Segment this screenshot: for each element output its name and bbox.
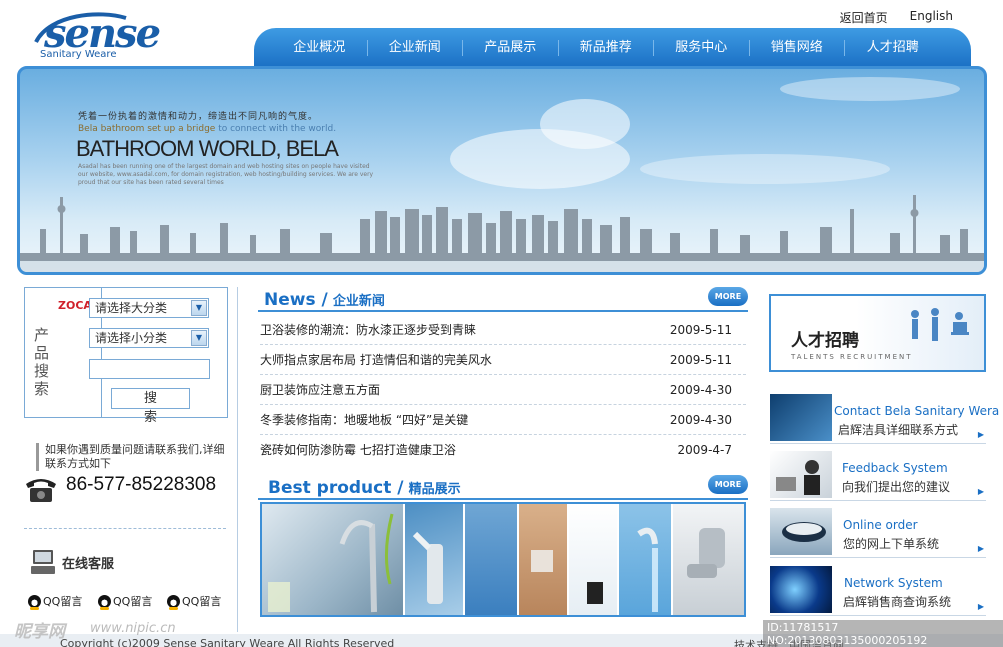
qq-icon xyxy=(167,594,180,610)
banner-slogan: 凭着一份执着的激情和动力，缔造出不同凡响的气度。 xyxy=(78,112,319,122)
telephone-icon xyxy=(26,479,56,502)
product-image-socket[interactable] xyxy=(519,504,569,615)
chevron-down-icon[interactable]: ▼ xyxy=(191,300,207,316)
service-network[interactable]: Network System 启辉销售商查询系统 ▶ xyxy=(770,566,986,616)
talent-recruitment-banner[interactable]: 人才招聘 TALENTS RECRUITMENT xyxy=(769,294,986,372)
watermark-id: ID:11781517 NO:20130803135000205192 xyxy=(763,620,1003,647)
talent-title: 人才招聘 xyxy=(791,331,859,351)
arrow-icon: ▶ xyxy=(977,544,984,553)
nav-service[interactable]: 服务中心 xyxy=(654,40,750,56)
nav-news[interactable]: 企业新闻 xyxy=(368,40,463,56)
main-nav: 企业概况 企业新闻 产品展示 新品推荐 服务中心 销售网络 人才招聘 xyxy=(254,28,971,68)
nav-about[interactable]: 企业概况 xyxy=(272,40,368,56)
products-section-header: Best product / 精品展示 MORE xyxy=(258,475,748,500)
product-image-spout[interactable] xyxy=(619,504,673,615)
watermark-logo: 昵享网 xyxy=(14,622,65,642)
news-item[interactable]: 大师指点家居布局 打造情侣和谐的完美风水 2009-5-11 xyxy=(260,345,746,375)
search-input[interactable] xyxy=(89,359,210,379)
operator-image xyxy=(770,451,832,498)
hero-banner: 凭着一份执着的激情和动力，缔造出不同凡响的气度。 Bela bathroom s… xyxy=(17,66,987,275)
home-link[interactable]: 返回首页 xyxy=(840,9,888,26)
news-item[interactable]: 卫浴装修的潮流：防水漆正逐步受到青睐 2009-5-11 xyxy=(260,315,746,345)
english-link[interactable]: English xyxy=(910,9,953,26)
nav-products[interactable]: 产品展示 xyxy=(463,40,559,56)
banner-body-text: Asadal has been running one of the large… xyxy=(78,163,374,186)
mouse-image xyxy=(770,508,832,555)
news-item[interactable]: 冬季装修指南：地暖地板 “四好”是关键 2009-4-30 xyxy=(260,405,746,435)
banner-title: BATHROOM WORLD, BELA xyxy=(76,136,339,161)
top-links: 返回首页 English xyxy=(840,9,953,26)
arrow-icon: ▶ xyxy=(977,602,984,611)
search-label: 产品搜索 xyxy=(34,326,50,398)
nav-sales-network[interactable]: 销售网络 xyxy=(750,40,845,56)
qq-message-link[interactable]: QQ留言 xyxy=(28,593,82,610)
customer-service-icon xyxy=(31,550,55,574)
building-image xyxy=(770,394,832,441)
service-contact[interactable]: Contact Bela Sanitary Wera 启辉洁具详细联系方式 ▶ xyxy=(770,394,999,444)
copyright: Copyright (c)2009 Sense Sanitary Weare A… xyxy=(60,637,395,647)
talent-subtitle: TALENTS RECRUITMENT xyxy=(791,353,913,361)
banner-subtitle: Bela bathroom set up a bridge to connect… xyxy=(78,124,337,134)
news-section-header: News / 企业新闻 MORE xyxy=(258,287,748,312)
chevron-down-icon[interactable]: ▼ xyxy=(191,330,207,346)
news-item[interactable]: 瓷砖如何防渗防霉 七招打造健康卫浴 2009-4-7 xyxy=(260,435,746,465)
nav-jobs[interactable]: 人才招聘 xyxy=(845,40,941,56)
search-button[interactable]: 搜 索 xyxy=(111,388,190,425)
qq-icon xyxy=(28,594,41,610)
products-more-button[interactable]: MORE xyxy=(708,475,748,494)
product-image-faucet[interactable] xyxy=(262,504,405,615)
contact-note: 如果你遇到质量问题请联系我们,详细联系方式如下 xyxy=(36,443,226,471)
city-skyline-image xyxy=(20,195,984,272)
service-online-order[interactable]: Online order 您的网上下单系统 ▶ xyxy=(770,508,986,558)
news-item[interactable]: 厨卫装饰应注意五方面 2009-4-30 xyxy=(260,375,746,405)
product-image-white[interactable] xyxy=(569,504,619,615)
zocale-label: ZOCALE xyxy=(58,299,107,312)
nav-new-products[interactable]: 新品推荐 xyxy=(559,40,654,56)
product-image-tap[interactable] xyxy=(673,504,744,615)
qq-icon xyxy=(98,594,111,610)
arrow-icon: ▶ xyxy=(977,487,984,496)
logo-subtitle: Sanitary Weare xyxy=(40,49,117,60)
subcategory-select[interactable]: 请选择小分类 ▼ xyxy=(89,328,209,348)
people-icon xyxy=(911,308,969,341)
watermark-url: www.nipic.cn xyxy=(90,621,176,636)
product-image-mixer[interactable] xyxy=(405,504,465,615)
product-gallery xyxy=(260,502,746,617)
arrow-icon: ▶ xyxy=(977,430,984,439)
news-more-button[interactable]: MORE xyxy=(708,287,748,306)
product-image-blue[interactable] xyxy=(465,504,519,615)
qq-message-link[interactable]: QQ留言 xyxy=(167,593,221,610)
online-service-title: 在线客服 xyxy=(62,557,115,572)
service-feedback[interactable]: Feedback System 向我们提出您的建议 ▶ xyxy=(770,451,986,501)
category-select[interactable]: 请选择大分类 ▼ xyxy=(89,298,209,318)
phone-number: 86-577-85228308 xyxy=(66,474,217,495)
globe-image xyxy=(770,566,832,613)
qq-message-link[interactable]: QQ留言 xyxy=(98,593,152,610)
